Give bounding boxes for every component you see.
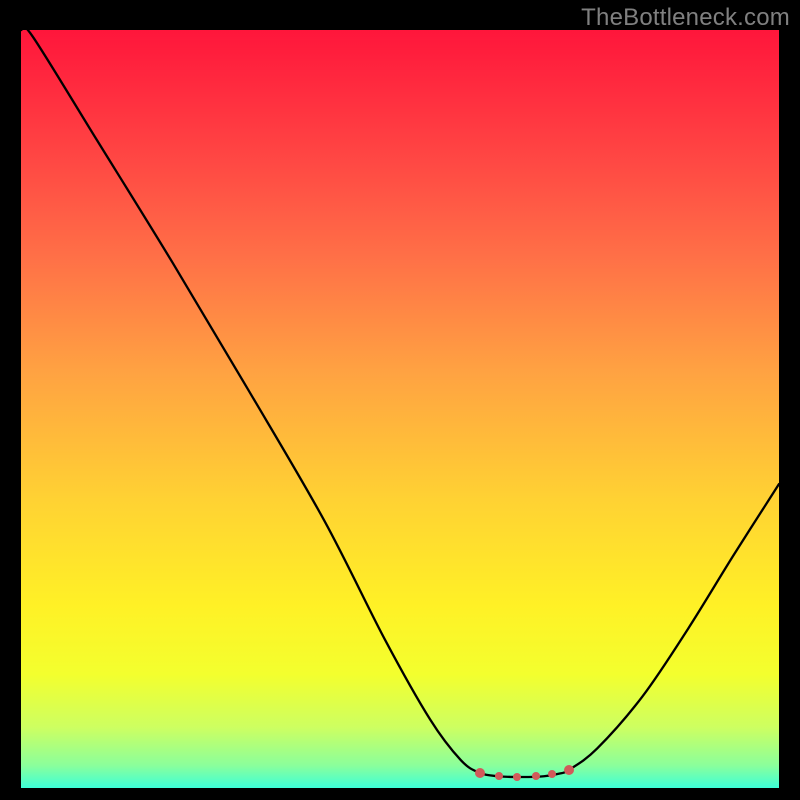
flat-zone-marker	[564, 765, 574, 775]
flat-zone-marker	[495, 772, 503, 780]
plot-area	[21, 30, 779, 788]
curve-svg	[21, 30, 779, 788]
flat-zone-marker	[548, 770, 556, 778]
flat-zone-marker	[475, 768, 485, 778]
chart-frame: TheBottleneck.com	[0, 0, 800, 800]
watermark-text: TheBottleneck.com	[581, 4, 790, 32]
bottleneck-curve	[21, 30, 779, 777]
